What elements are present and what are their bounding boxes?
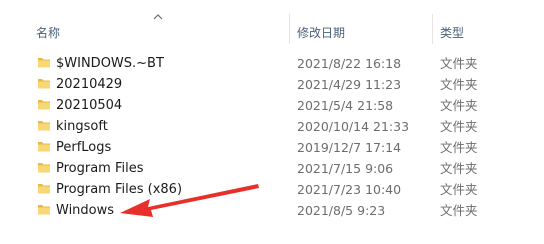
file-modified-date: 2021/8/22 16:18 [297,56,402,71]
file-type: 文件夹 [440,77,478,92]
file-name: 20210429 [56,77,123,92]
file-modified-date: 2019/12/7 17:14 [297,140,402,155]
file-row[interactable]: Program Files (x86) 2021/7/23 10:40 文件夹 [0,179,544,200]
file-type: 文件夹 [440,119,478,134]
file-explorer: 名称 修改日期 类型 $WINDOWS.~BT 2021/8/22 16:18 … [0,0,544,244]
file-type: 文件夹 [440,161,478,176]
file-modified-date: 2021/4/29 11:23 [297,77,402,92]
file-type: 文件夹 [440,56,478,71]
file-list: $WINDOWS.~BT 2021/8/22 16:18 文件夹 2021042… [0,53,544,221]
file-name: PerfLogs [56,140,112,155]
file-row[interactable]: kingsoft 2020/10/14 21:33 文件夹 [0,116,544,137]
column-header-bar: 名称 修改日期 类型 [0,0,544,44]
file-name: Program Files (x86) [56,182,183,197]
file-row[interactable]: 20210429 2021/4/29 11:23 文件夹 [0,74,544,95]
column-header-modified[interactable]: 修改日期 [297,22,345,44]
file-row[interactable]: Program Files 2021/7/15 9:06 文件夹 [0,158,544,179]
file-row[interactable]: $WINDOWS.~BT 2021/8/22 16:18 文件夹 [0,53,544,74]
folder-icon [38,184,50,194]
file-name: kingsoft [56,119,108,134]
file-name: $WINDOWS.~BT [56,56,164,71]
folder-icon [38,142,50,152]
file-row[interactable]: PerfLogs 2019/12/7 17:14 文件夹 [0,137,544,158]
file-name: Windows [56,203,115,218]
column-divider[interactable] [432,14,433,44]
folder-icon [38,163,50,173]
column-header-name[interactable]: 名称 [36,22,60,44]
file-modified-date: 2021/5/4 21:58 [297,98,394,113]
chevron-up-icon[interactable] [152,12,164,22]
file-type: 文件夹 [440,182,478,197]
file-row[interactable]: 20210504 2021/5/4 21:58 文件夹 [0,95,544,116]
file-modified-date: 2021/7/23 10:40 [297,182,402,197]
file-type: 文件夹 [440,140,478,155]
folder-icon [38,58,50,68]
file-name: 20210504 [56,98,123,113]
file-type: 文件夹 [440,98,478,113]
folder-icon [38,121,50,131]
file-name: Program Files [56,161,144,176]
file-modified-date: 2021/8/5 9:23 [297,203,386,218]
file-modified-date: 2020/10/14 21:33 [297,119,410,134]
file-modified-date: 2021/7/15 9:06 [297,161,394,176]
file-row[interactable]: Windows 2021/8/5 9:23 文件夹 [0,200,544,221]
column-header-type[interactable]: 类型 [440,22,464,44]
file-type: 文件夹 [440,203,478,218]
column-divider[interactable] [289,14,290,44]
folder-icon [38,79,50,89]
folder-icon [38,100,50,110]
folder-icon [38,205,50,215]
